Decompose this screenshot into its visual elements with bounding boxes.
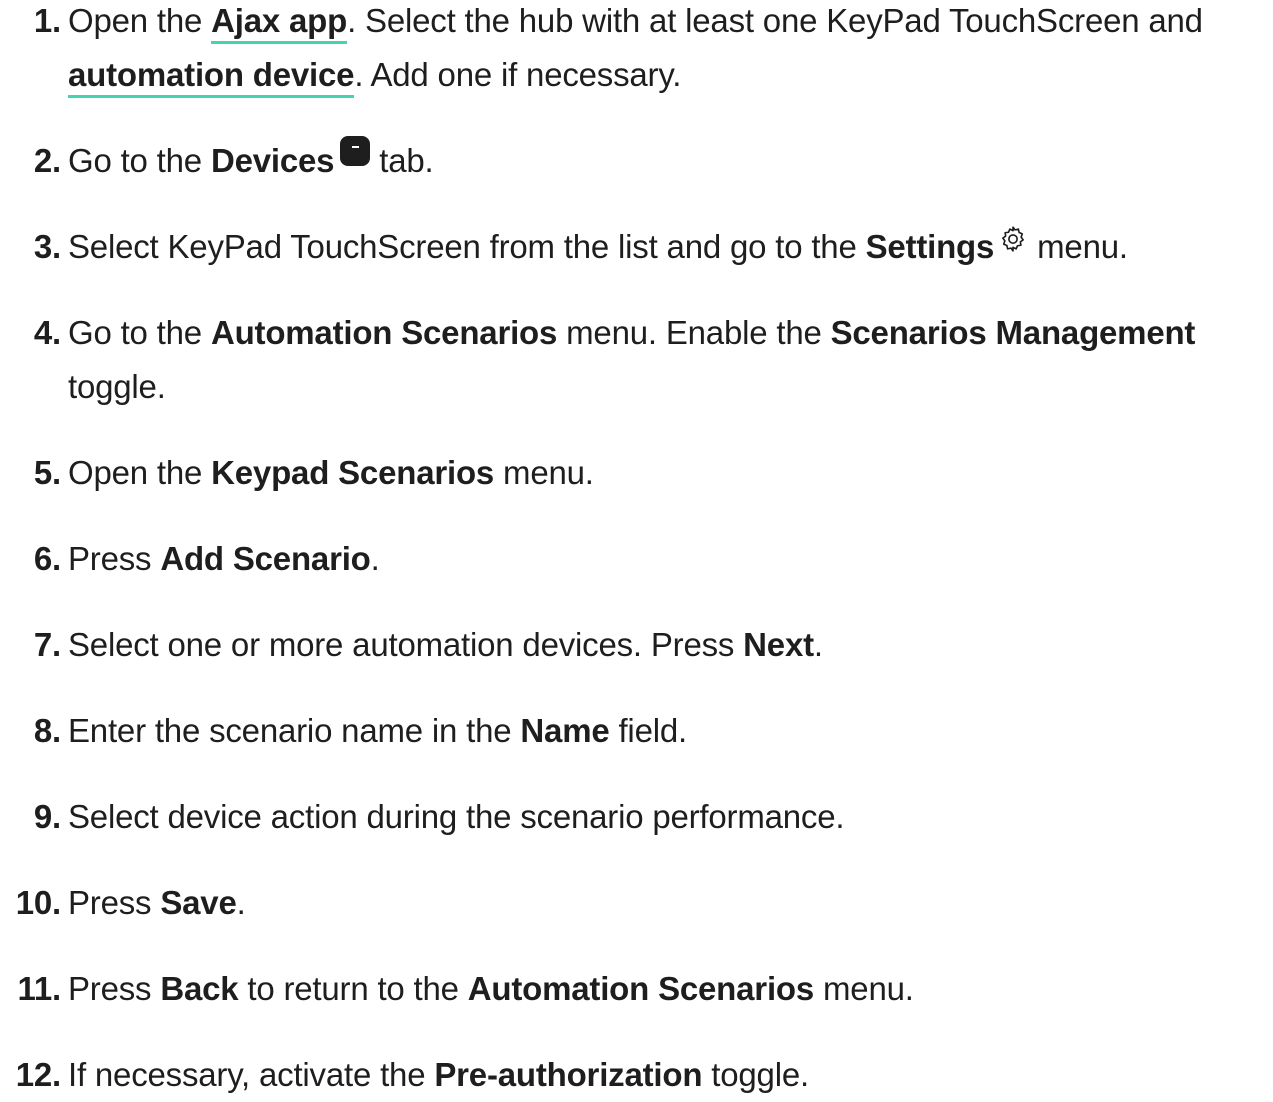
step-number: 7.	[33, 626, 61, 663]
step-number: 5.	[33, 454, 61, 491]
step-text: menu.	[1028, 228, 1128, 265]
step-text: . Select the hub with at least one KeyPa…	[347, 2, 1203, 39]
step-number: 6.	[33, 540, 61, 577]
step-text: Open the	[68, 2, 212, 39]
step-text: menu.	[494, 454, 594, 491]
step-3: 3. Select KeyPad TouchScreen from the li…	[0, 220, 1273, 274]
step-8: 8. Enter the scenario name in the Name f…	[0, 704, 1273, 758]
step-text: menu. Enable the	[557, 314, 831, 351]
step-number: 3.	[33, 228, 61, 265]
step-number: 9.	[33, 798, 61, 835]
gear-icon	[1002, 226, 1025, 252]
pre-authorization-label: Pre-authorization	[434, 1056, 703, 1093]
step-number: 4.	[33, 314, 61, 351]
step-4: 4. Go to the Automation Scenarios menu. …	[0, 306, 1273, 414]
step-10: 10. Press Save.	[0, 876, 1273, 930]
step-1: 1. Open the Ajax app. Select the hub wit…	[0, 0, 1273, 102]
step-2: 2. Go to the Devices tab.	[0, 134, 1273, 188]
step-12: 12. If necessary, activate the Pre-autho…	[0, 1048, 1273, 1102]
keypad-scenarios-label: Keypad Scenarios	[211, 454, 495, 491]
step-number: 10.	[15, 884, 61, 921]
step-text: to return to the	[238, 970, 468, 1007]
back-label: Back	[160, 970, 239, 1007]
devices-tab-icon	[340, 136, 371, 166]
step-text: Select one or more automation devices. P…	[68, 626, 744, 663]
step-text: Press	[68, 884, 161, 921]
step-7: 7. Select one or more automation devices…	[0, 618, 1273, 672]
settings-label: Settings	[865, 228, 995, 265]
step-5: 5. Open the Keypad Scenarios menu.	[0, 446, 1273, 500]
step-11: 11. Press Back to return to the Automati…	[0, 962, 1273, 1016]
step-number: 12.	[15, 1056, 61, 1093]
step-number: 1.	[33, 2, 61, 39]
step-text: If necessary, activate the	[68, 1056, 435, 1093]
step-text: toggle.	[68, 368, 166, 405]
step-text: Press	[68, 970, 161, 1007]
name-field-label: Name	[520, 712, 610, 749]
step-text: . Add one if necessary.	[354, 56, 682, 93]
step-text: menu.	[814, 970, 914, 1007]
automation-scenarios-label: Automation Scenarios	[467, 970, 815, 1007]
ajax-app-link[interactable]: Ajax app	[211, 2, 347, 44]
scenarios-management-label: Scenarios Management	[830, 314, 1196, 351]
step-text: toggle.	[702, 1056, 809, 1093]
add-scenario-label: Add Scenario	[160, 540, 371, 577]
step-text: Select device action during the scenario…	[68, 798, 845, 835]
instruction-steps: 1. Open the Ajax app. Select the hub wit…	[0, 0, 1273, 1102]
step-text: .	[236, 884, 246, 921]
automation-device-link[interactable]: automation device	[68, 56, 355, 98]
step-9: 9. Select device action during the scena…	[0, 790, 1273, 844]
step-text: field.	[609, 712, 687, 749]
step-text: Go to the	[68, 142, 211, 179]
step-text: .	[813, 626, 823, 663]
step-number: 11.	[17, 970, 62, 1007]
step-text: Enter the scenario name in the	[68, 712, 521, 749]
next-label: Next	[743, 626, 814, 663]
step-number: 8.	[33, 712, 61, 749]
step-number: 2.	[33, 142, 61, 179]
automation-scenarios-label: Automation Scenarios	[210, 314, 558, 351]
save-label: Save	[160, 884, 237, 921]
step-text: Open the	[68, 454, 212, 491]
step-6: 6. Press Add Scenario.	[0, 532, 1273, 586]
step-text: Select KeyPad TouchScreen from the list …	[68, 228, 866, 265]
step-text: Go to the	[68, 314, 211, 351]
step-text: tab.	[370, 142, 434, 179]
step-text: .	[370, 540, 380, 577]
step-text: Press	[68, 540, 161, 577]
devices-label: Devices	[210, 142, 335, 179]
